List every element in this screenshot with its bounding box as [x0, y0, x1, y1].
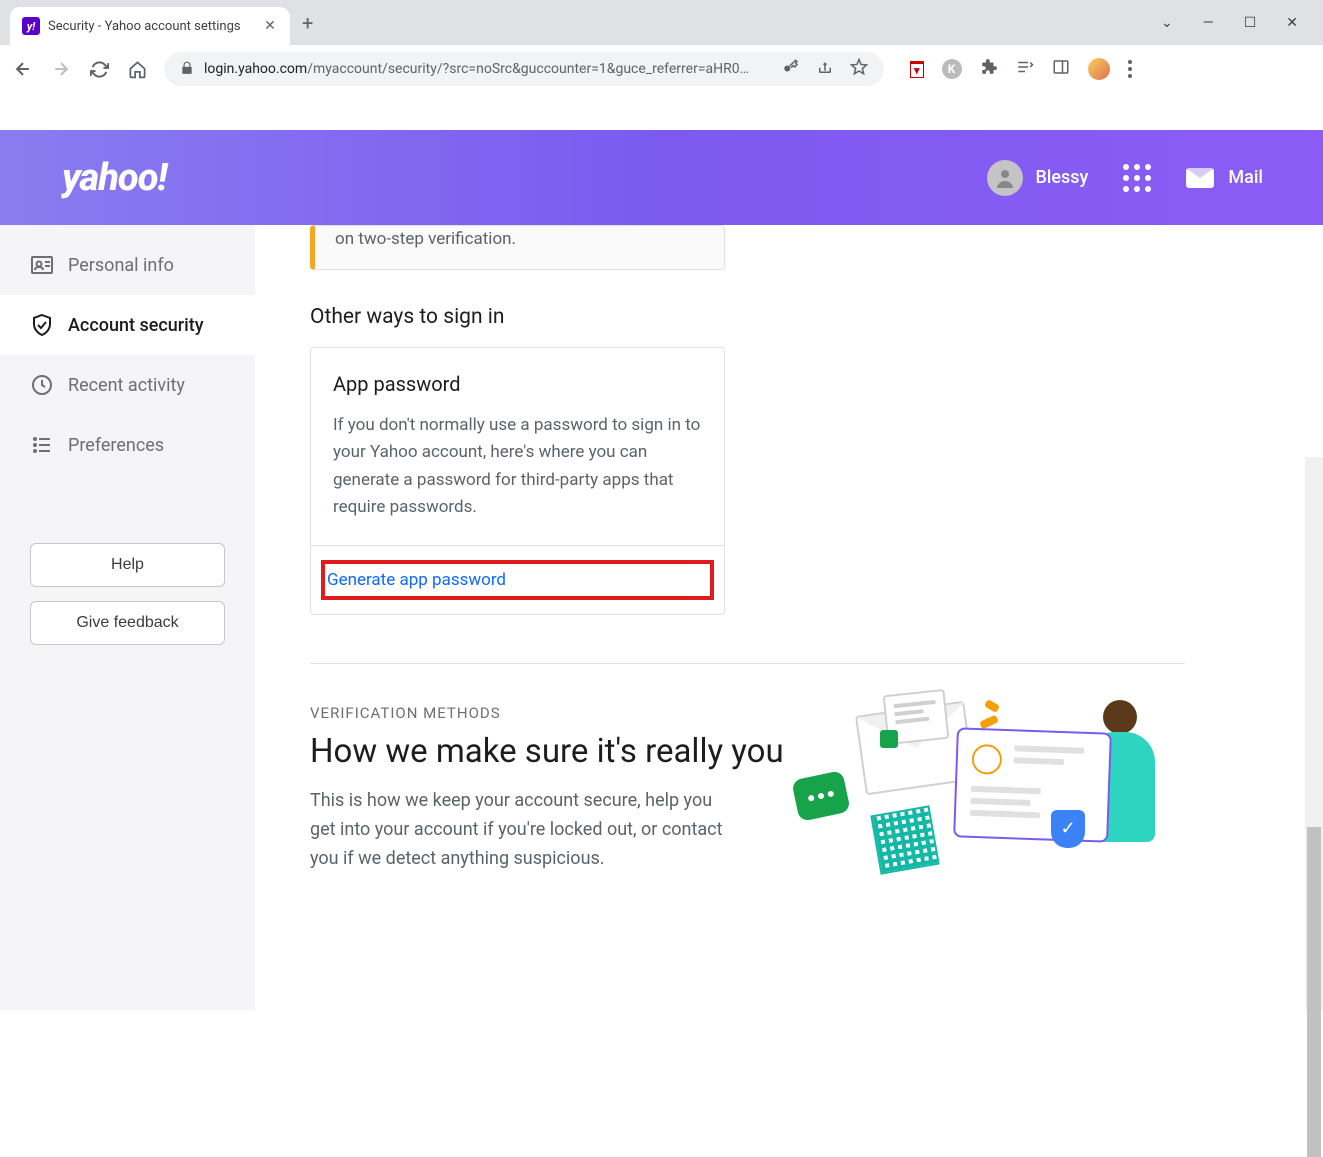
annotation-highlight: Generate app password — [321, 560, 714, 600]
give-feedback-button[interactable]: Give feedback — [30, 601, 225, 645]
verification-desc: This is how we keep your account secure,… — [310, 787, 740, 873]
verification-illustration: ✓ — [785, 700, 1185, 870]
new-tab-button[interactable]: + — [302, 11, 313, 35]
sidebar-item-recent-activity[interactable]: Recent activity — [0, 355, 255, 415]
yahoo-logo[interactable]: yahoo! — [62, 156, 167, 200]
sidebar-item-label: Account security — [68, 315, 204, 336]
sidebar-item-personal-info[interactable]: Personal info — [0, 235, 255, 295]
user-name: Blessy — [1035, 167, 1088, 188]
key-icon[interactable] — [782, 58, 800, 80]
minimize-icon[interactable]: — — [1203, 15, 1214, 31]
other-ways-heading: Other ways to sign in — [310, 305, 1323, 329]
browser-chrome: y! Security - Yahoo account settings ✕ +… — [0, 0, 1323, 93]
media-icon[interactable] — [1016, 58, 1034, 80]
scrollbar[interactable] — [1305, 457, 1323, 1010]
app-password-card: App password If you don't normally use a… — [310, 347, 725, 615]
two-step-notice: on two-step verification. — [310, 225, 725, 270]
tab-title: Security - Yahoo account settings — [48, 19, 254, 34]
sidebar-item-account-security[interactable]: Account security — [0, 295, 255, 355]
address-bar[interactable]: login.yahoo.com/myaccount/security/?src=… — [164, 52, 884, 86]
sidebar-item-label: Preferences — [68, 435, 164, 456]
profile-avatar[interactable] — [1088, 58, 1110, 80]
help-button[interactable]: Help — [30, 543, 225, 587]
mail-label: Mail — [1228, 167, 1263, 188]
menu-icon[interactable] — [1128, 60, 1132, 78]
sidebar: Personal info Account security Recent ac… — [0, 225, 255, 1010]
yahoo-favicon: y! — [22, 17, 40, 35]
back-button[interactable] — [12, 58, 34, 80]
maximize-icon[interactable]: ☐ — [1244, 15, 1257, 31]
scrollbar-thumb[interactable] — [1307, 827, 1321, 1157]
mail-link[interactable]: Mail — [1186, 167, 1263, 188]
yahoo-header: yahoo! Blessy Mail — [0, 130, 1323, 225]
home-button[interactable] — [126, 58, 148, 80]
sidebar-item-label: Recent activity — [68, 375, 185, 396]
divider — [310, 663, 1185, 664]
caret-down-icon[interactable]: ⌄ — [1161, 15, 1173, 31]
main-content: on two-step verification. Other ways to … — [255, 225, 1323, 1010]
generate-app-password-link[interactable]: Generate app password — [325, 564, 508, 596]
mcafee-icon[interactable]: ▾ — [910, 61, 924, 78]
sidepanel-icon[interactable] — [1052, 58, 1070, 80]
mail-icon — [1186, 168, 1214, 188]
lock-icon — [180, 60, 194, 79]
extension-k-icon[interactable]: K — [942, 59, 962, 79]
star-icon[interactable] — [850, 58, 868, 80]
close-icon[interactable]: ✕ — [262, 18, 278, 34]
close-window-icon[interactable]: ✕ — [1286, 15, 1298, 31]
sidebar-item-label: Personal info — [68, 255, 174, 276]
app-password-title: App password — [333, 372, 702, 396]
app-password-desc: If you don't normally use a password to … — [333, 412, 702, 521]
forward-button — [50, 58, 72, 80]
extensions-icon[interactable] — [980, 58, 998, 80]
apps-icon[interactable] — [1123, 164, 1151, 192]
user-avatar-icon — [987, 160, 1023, 196]
reload-button[interactable] — [88, 58, 110, 80]
share-icon[interactable] — [816, 58, 834, 80]
url-text: login.yahoo.com/myaccount/security/?src=… — [204, 61, 749, 77]
sidebar-item-preferences[interactable]: Preferences — [0, 415, 255, 475]
browser-tab[interactable]: y! Security - Yahoo account settings ✕ — [10, 7, 290, 45]
notice-text: on two-step verification. — [335, 226, 704, 253]
user-menu[interactable]: Blessy — [987, 160, 1088, 196]
